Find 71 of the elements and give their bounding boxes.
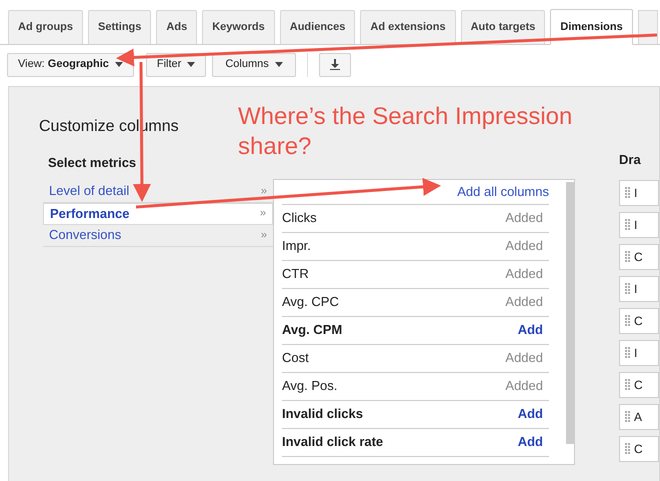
caret-icon [114, 62, 123, 67]
caret-icon [187, 62, 196, 67]
column-name: C [634, 440, 643, 458]
drag-handle-icon [625, 443, 630, 454]
view-dropdown[interactable]: View: Geographic [7, 52, 134, 76]
drag-handle-icon [625, 315, 630, 326]
added-label: Added [505, 377, 543, 396]
metric-name: Avg. Pos. [282, 377, 338, 396]
tab[interactable]: Keywords [202, 10, 275, 44]
drag-handle-icon [625, 347, 630, 358]
selected-column-item[interactable]: I [619, 340, 659, 366]
column-name: I [634, 184, 638, 202]
add-link[interactable]: Add [518, 320, 543, 340]
added-label: Added [505, 237, 543, 256]
added-label: Added [505, 209, 543, 228]
caret-icon [274, 62, 283, 67]
download-icon [330, 59, 340, 70]
column-name: C [634, 248, 643, 266]
metric-name: Clicks [282, 209, 317, 228]
tab[interactable]: Ads [156, 10, 198, 44]
selected-column-item[interactable]: C [619, 308, 659, 334]
chevron-icon: » [260, 226, 267, 244]
scrollbar[interactable] [566, 182, 574, 444]
metric-name: CTR [282, 265, 309, 284]
column-name: I [634, 280, 638, 298]
selected-column-item[interactable]: A [619, 404, 659, 430]
drag-handle-icon [625, 411, 630, 422]
added-label: Added [505, 349, 543, 368]
annotation-text: Where’s the Search Impression share? [238, 102, 574, 162]
column-name: C [634, 376, 643, 394]
columns-dropdown[interactable]: Columns [212, 52, 296, 76]
metric-category[interactable]: Performance » [43, 202, 273, 224]
download-button[interactable] [318, 52, 351, 76]
chevron-icon: » [260, 182, 267, 200]
column-name: I [634, 216, 638, 234]
selected-column-item[interactable]: C [619, 372, 659, 398]
tab[interactable]: Auto targets [460, 10, 546, 44]
metric-name: Cost [282, 349, 309, 368]
tab[interactable]: Ad groups [8, 10, 83, 44]
selected-column-item[interactable]: I [619, 180, 659, 206]
tab[interactable] [638, 10, 658, 44]
metric-name: Avg. CPM [282, 321, 342, 340]
selected-column-item[interactable]: I [619, 276, 659, 302]
added-label: Added [505, 265, 543, 284]
tab[interactable]: Ad extensions [360, 10, 456, 44]
column-heading: Dra [619, 151, 641, 169]
drag-handle-icon [625, 187, 630, 198]
metric-name: Impr. [282, 237, 311, 256]
tab[interactable]: Dimensions [550, 9, 633, 45]
column-name: A [634, 408, 642, 426]
tab[interactable]: Settings [88, 10, 152, 44]
selected-column-item[interactable]: I [619, 212, 659, 238]
chevron-icon: » [260, 205, 266, 222]
selected-column-item[interactable]: C [619, 244, 659, 270]
add-all-link[interactable]: Add all columns [457, 182, 549, 202]
tab[interactable]: Audiences [280, 10, 356, 44]
added-label: Added [505, 293, 543, 312]
column-name: C [634, 312, 643, 330]
drag-handle-icon [625, 251, 630, 262]
metric-category[interactable]: Conversions » [43, 224, 273, 246]
column-name: I [634, 344, 638, 362]
add-link[interactable]: Add [518, 404, 543, 424]
metric-name: Invalid click rate [282, 433, 384, 452]
drag-handle-icon [625, 219, 630, 230]
selected-column-item[interactable]: C [619, 436, 659, 462]
section-title: Select metrics [48, 154, 136, 172]
drag-handle-icon [625, 379, 630, 390]
add-link[interactable]: Add [518, 432, 543, 452]
metric-name: Avg. CPC [282, 293, 339, 312]
metric-name: Invalid clicks [282, 405, 363, 424]
drag-handle-icon [625, 283, 630, 294]
